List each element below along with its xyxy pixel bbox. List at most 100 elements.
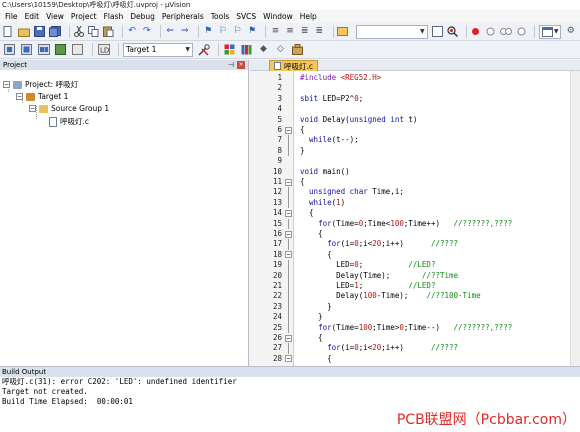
fold-toggle-icon[interactable]: −: [285, 126, 292, 134]
batch-build-icon[interactable]: [54, 43, 67, 56]
line-number: 5: [277, 114, 282, 124]
line-number: 3: [277, 93, 282, 103]
line-number: 9: [277, 156, 282, 166]
open-icon[interactable]: [17, 25, 30, 38]
project-panel: Project ⊣ × − Project: 呼吸灯 − Target 1 − …: [0, 60, 249, 366]
target-select[interactable]: Target 1 ▼: [123, 42, 193, 57]
breakpoint-kill-icon[interactable]: [499, 25, 512, 38]
tree-item-file[interactable]: 呼吸灯.c: [49, 116, 89, 127]
config-icon[interactable]: ⚙: [565, 25, 576, 38]
packs-icon[interactable]: [291, 43, 304, 56]
fold-guide: [288, 260, 289, 271]
copy-icon[interactable]: [88, 25, 99, 38]
bookmark-prev-icon[interactable]: ⚐: [218, 25, 229, 38]
collapse-icon[interactable]: −: [29, 105, 36, 112]
download-icon[interactable]: LD: [97, 43, 110, 56]
nav-back-icon[interactable]: ⇐: [165, 25, 176, 38]
menu-flash[interactable]: Flash: [101, 10, 127, 23]
translate-icon[interactable]: [3, 43, 16, 56]
tree-item-project[interactable]: − Project: 呼吸灯: [3, 79, 78, 90]
bookmark-clear-icon[interactable]: ⚑: [247, 25, 258, 38]
collapse-icon[interactable]: −: [16, 93, 23, 100]
line-number: 28: [272, 353, 282, 363]
bookmark-icon[interactable]: ⚑: [203, 25, 214, 38]
line-number: 22: [272, 291, 282, 301]
toolbar-separator: [118, 43, 119, 56]
unindent-icon[interactable]: ≡: [285, 25, 296, 38]
fold-toggle-icon[interactable]: −: [285, 178, 292, 186]
menu-view[interactable]: View: [43, 10, 67, 23]
toolbar-separator: [265, 25, 267, 38]
comment-icon[interactable]: ≣: [299, 25, 310, 38]
view-window-icon[interactable]: ▼: [539, 24, 562, 39]
code-line: void main(): [300, 166, 350, 176]
menu-edit[interactable]: Edit: [22, 10, 43, 23]
menu-debug[interactable]: Debug: [127, 10, 158, 23]
code-line: Delay(Time); //??Time: [300, 270, 459, 280]
menu-file[interactable]: File: [2, 10, 21, 23]
fold-toggle-icon[interactable]: −: [285, 334, 292, 342]
menu-project[interactable]: Project: [68, 10, 100, 23]
fold-toggle-icon[interactable]: −: [285, 209, 292, 217]
find-icon[interactable]: [431, 25, 443, 38]
stop-build-icon[interactable]: [71, 43, 84, 56]
undo-icon[interactable]: ↶: [127, 25, 138, 38]
fold-guide: [288, 145, 289, 157]
close-icon[interactable]: ×: [237, 61, 245, 69]
breakpoint-all-icon[interactable]: [516, 25, 527, 38]
breakpoint-icon[interactable]: [470, 25, 481, 38]
nav-forward-icon[interactable]: ⇒: [179, 25, 190, 38]
fold-toggle-icon[interactable]: −: [285, 355, 292, 363]
fold-toggle-icon[interactable]: −: [285, 251, 292, 259]
uncomment-icon[interactable]: ≣: [314, 25, 325, 38]
fold-guide: [288, 343, 289, 354]
menu-help[interactable]: Help: [297, 10, 320, 23]
rebuild-icon[interactable]: [37, 43, 50, 56]
pin-icon[interactable]: ⊣: [228, 61, 234, 69]
diamond-icon[interactable]: ◆: [257, 43, 270, 56]
tree-item-target[interactable]: − Target 1: [16, 91, 68, 102]
find-in-files-icon[interactable]: [337, 25, 349, 38]
line-number: 20: [272, 270, 282, 280]
toolbar-separator: [92, 43, 93, 56]
bookmark-next-icon[interactable]: ⚐: [232, 25, 243, 38]
chevron-down-icon: ▼: [420, 28, 425, 35]
manage-components-icon[interactable]: [223, 43, 236, 56]
build-icon[interactable]: [20, 43, 33, 56]
vertical-scrollbar[interactable]: [570, 71, 580, 366]
code-line: unsigned char Time,i;: [309, 187, 404, 197]
indent-icon[interactable]: ≡: [270, 25, 281, 38]
debug-session-icon[interactable]: [447, 25, 458, 38]
c-file-icon: [274, 62, 281, 70]
breakpoint-disable-icon[interactable]: [485, 25, 496, 38]
redo-icon[interactable]: ↷: [141, 25, 152, 38]
tab-source-file[interactable]: 呼吸灯.c: [269, 60, 319, 71]
menu-window[interactable]: Window: [260, 10, 296, 23]
code-area[interactable]: #include <REG52.H> sbit LED=P2^0; void Del…: [294, 71, 580, 366]
code-line: for(i=0;i<20;i++) //????: [327, 239, 459, 249]
menu-tools[interactable]: Tools: [208, 10, 232, 23]
save-all-icon[interactable]: [48, 25, 61, 38]
toolbar-separator: [160, 25, 161, 38]
code-line: Delay(100-Time); //??100-Time: [300, 291, 481, 301]
code-line: for(Time=0;Time<100;Time++) //??????,???…: [318, 218, 513, 228]
paste-icon[interactable]: [103, 25, 114, 38]
fold-guide: [288, 218, 289, 229]
menu-peripherals[interactable]: Peripherals: [159, 10, 207, 23]
new-file-icon[interactable]: [3, 25, 14, 38]
line-number: 11: [272, 177, 282, 186]
find-combo[interactable]: ▼: [356, 24, 428, 39]
target-options-icon[interactable]: [197, 43, 210, 56]
project-panel-title: Project: [3, 61, 27, 69]
collapse-icon[interactable]: −: [3, 81, 10, 88]
toolbar-separator: [68, 25, 70, 38]
menu-svcs[interactable]: SVCS: [233, 10, 259, 23]
tree-item-group[interactable]: − Source Group 1: [29, 103, 109, 114]
toolbar-separator: [332, 25, 334, 38]
cut-icon[interactable]: [73, 25, 84, 38]
books-icon[interactable]: [240, 43, 253, 56]
save-icon[interactable]: [33, 25, 45, 38]
fold-toggle-icon[interactable]: −: [285, 230, 292, 238]
code-line: {: [300, 249, 332, 259]
templates-icon[interactable]: ◇: [274, 43, 287, 56]
